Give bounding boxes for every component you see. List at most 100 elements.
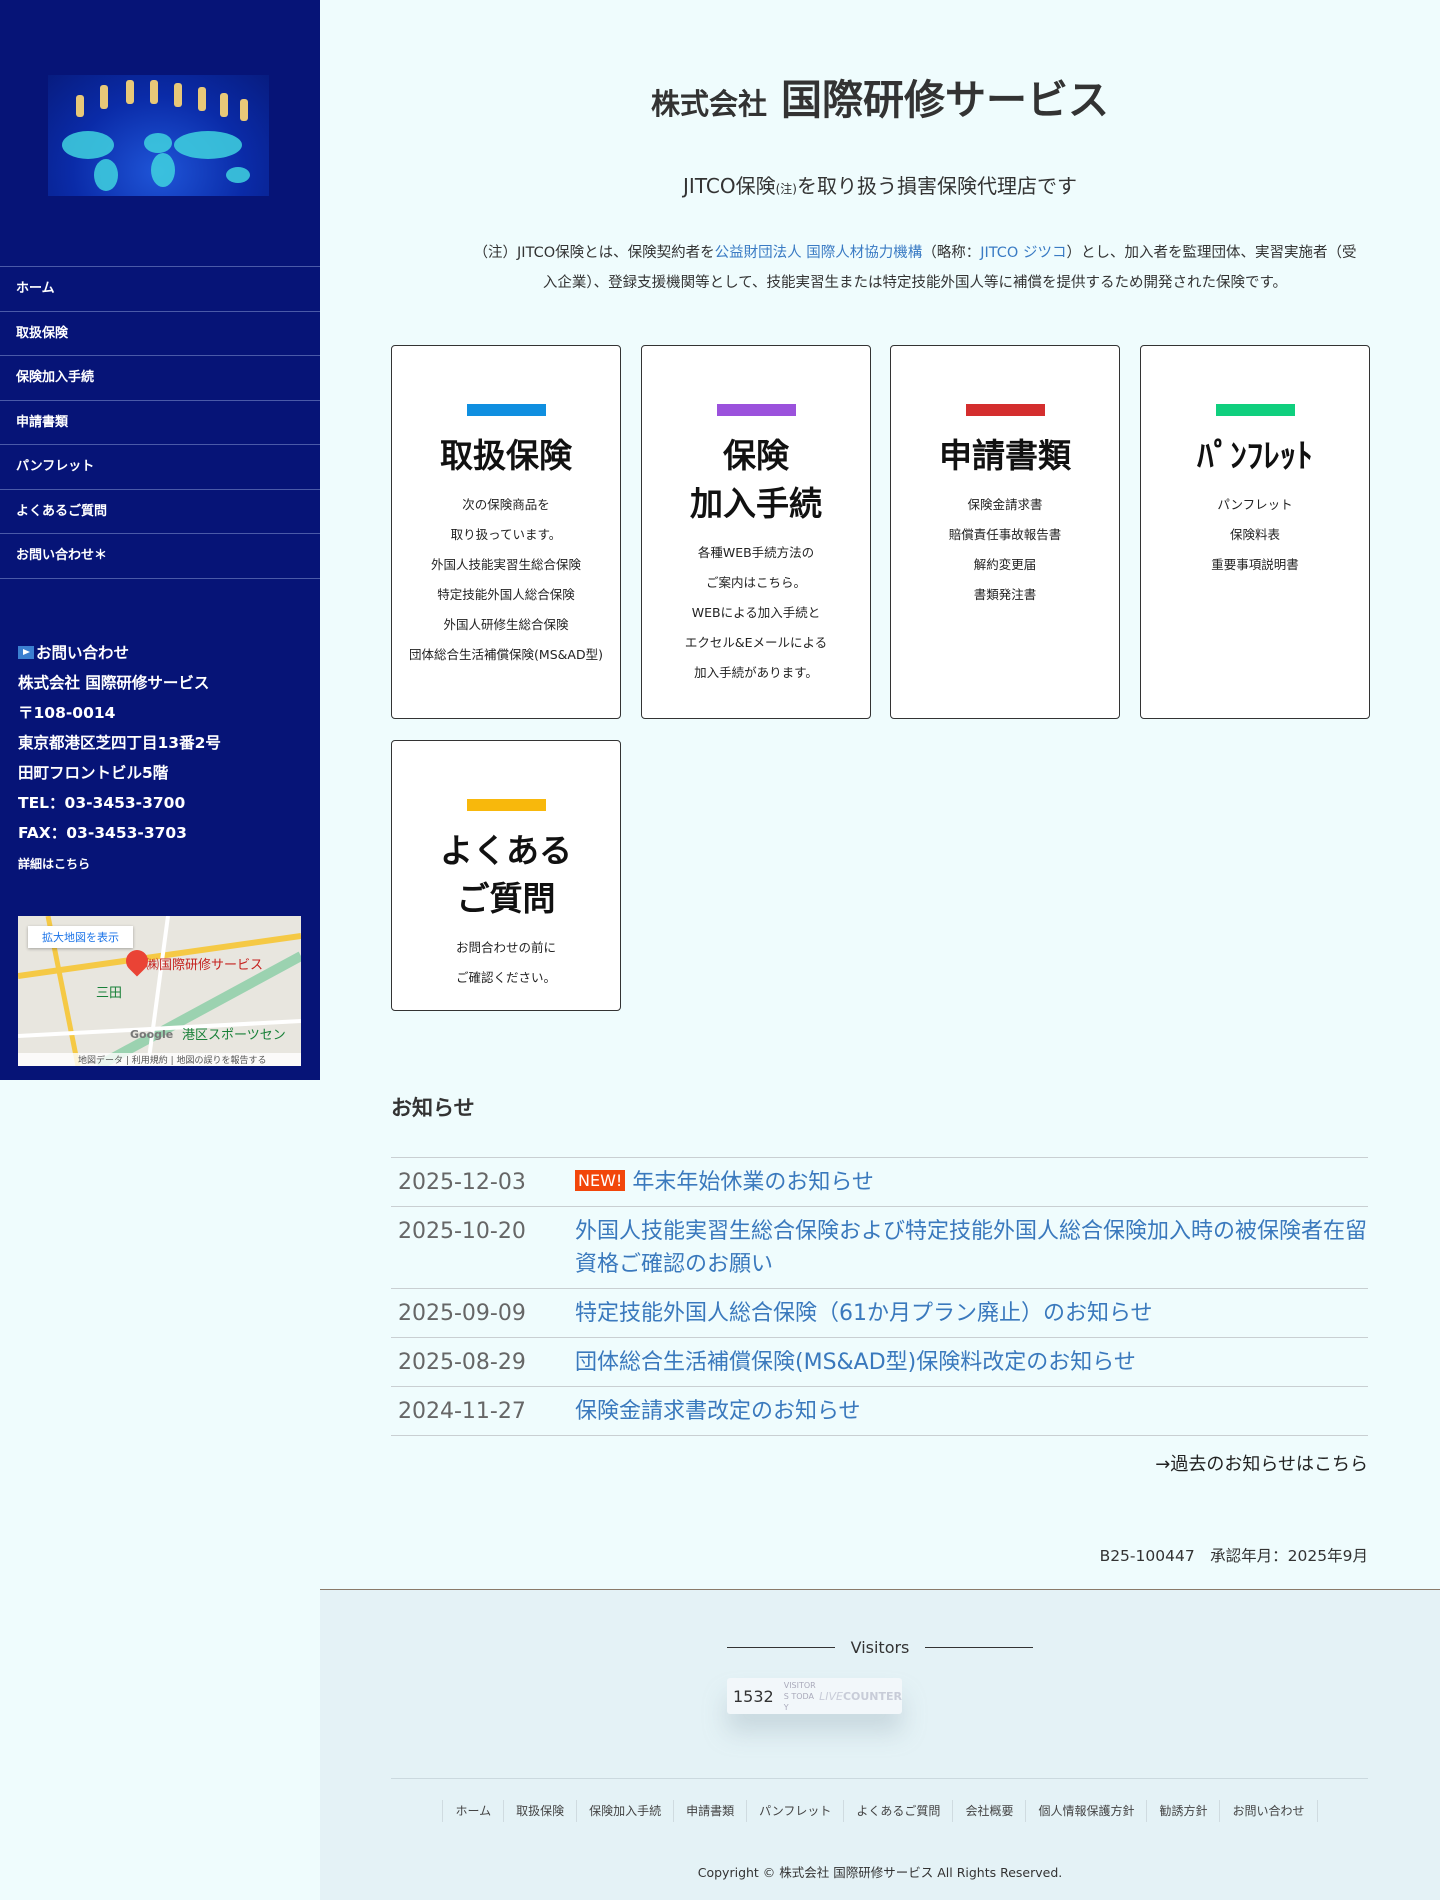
contact-address2: 田町フロントビル5階 [18, 764, 169, 782]
approval-number: B25-100447 承認年月：2025年9月 [1099, 1547, 1368, 1565]
card-line: お問合わせの前に [455, 940, 556, 955]
sidebar-item-contact[interactable]: お問い合わせ＊ [0, 534, 320, 579]
card-line: 外国人研修生総合保険 [443, 617, 569, 632]
footer-nav: ホーム 取扱保険 保険加入手続 申請書類 パンフレット よくあるご質問 会社概要 個人情報保護… [320, 1800, 1440, 1822]
news-date: 2025-09-09 [398, 1301, 526, 1326]
footer-nav-link[interactable]: 会社概要 [953, 1800, 1027, 1822]
new-badge: NEW! [575, 1170, 626, 1191]
jitco-link[interactable]: JITCO ジツコ [980, 245, 1066, 261]
card-color-bar [965, 404, 1045, 416]
card-line: 保険料表 [1229, 527, 1280, 542]
news-link[interactable]: 特定技能外国人総合保険（61か月プラン廃止）のお知らせ [575, 1301, 1153, 1326]
news-row: 2025-12-03 NEW! 年末年始休業のお知らせ [391, 1158, 1368, 1207]
logo-image-world-people[interactable] [48, 75, 269, 196]
card-line: ご案内はこちら。 [705, 575, 806, 590]
title-name: 国際研修サービス [781, 76, 1109, 124]
map-footer: 地図データ | 利用規約 | 地図の誤りを報告する [18, 1053, 301, 1066]
contact-fax: FAX：03-3453-3703 [18, 824, 187, 842]
card-color-bar [1215, 404, 1295, 416]
sidebar-item-pamphlet[interactable]: パンフレット [0, 445, 320, 490]
card-title: よくある ご質問 [440, 831, 572, 918]
card-line: 団体総合生活補償保険(MS&AD型) [409, 647, 603, 662]
news-link[interactable]: 保険金請求書改定のお知らせ [575, 1399, 861, 1424]
card-line: 外国人技能実習生総合保険 [430, 557, 581, 572]
subtitle-pre: JITCO保険 [683, 174, 776, 198]
news-date: 2024-11-27 [398, 1399, 526, 1424]
footer-nav-link[interactable]: 個人情報保護方針 [1026, 1800, 1148, 1822]
news-link[interactable]: 外国人技能実習生総合保険および特定技能外国人総合保険加入時の被保険者在留資格ご確… [575, 1219, 1367, 1277]
card-line: 加入手続があります。 [694, 665, 818, 680]
card-body: パンフレット 保険料表重要事項説明書 [1141, 490, 1369, 580]
map-sports-label: 港区スポーツセン [182, 1028, 286, 1043]
footer-nav-link[interactable]: 取扱保険 [504, 1800, 578, 1822]
footer-nav-link[interactable]: お問い合わせ [1220, 1800, 1318, 1822]
news-title-cell: 特定技能外国人総合保険（61か月プラン廃止）のお知らせ [575, 1297, 1368, 1330]
menu-card[interactable]: 保険 加入手続 各種WEB手続方法の ご案内はこちら。 WEBによる加入手続と エクセル… [641, 345, 871, 719]
map-enlarge-button[interactable]: 拡大地図を表示 [28, 926, 133, 948]
footer-nav-link[interactable]: ホーム [442, 1800, 505, 1822]
card-body: 次の保険商品を 取り扱っています。 外国人技能実習生総合保険 特定技能外国人総合保険外… [392, 490, 620, 670]
news-date: 2025-12-03 [398, 1170, 526, 1195]
news-date: 2025-08-29 [398, 1350, 526, 1375]
card-title: 取扱保険 [440, 436, 572, 475]
jitco-org-link[interactable]: 公益財団法人 国際人材協力機構 [715, 245, 923, 261]
news-row: 2024-11-27 保険金請求書改定のお知らせ [391, 1387, 1368, 1436]
footer-nav-link[interactable]: 申請書類 [674, 1800, 748, 1822]
card-title: ﾊﾟﾝﾌﾚｯﾄ [1197, 436, 1313, 475]
footer-nav-link[interactable]: パンフレット [747, 1800, 845, 1822]
visitor-count-label: VISITORS TODAY [783, 1680, 816, 1712]
contact-tel: TEL：03-3453-3700 [18, 794, 186, 812]
sidebar-item-forms[interactable]: 申請書類 [0, 401, 320, 445]
footer-divider [391, 1778, 1368, 1779]
news-link[interactable]: 団体総合生活補償保険(MS&AD型)保険料改定のお知らせ [575, 1350, 1136, 1375]
livecounter-counter: COUNTER [842, 1689, 902, 1703]
card-line: 各種WEB手続方法の [697, 545, 815, 560]
card-line: 重要事項説明書 [1211, 557, 1299, 572]
page-title: 株式会社 国際研修サービス [320, 66, 1440, 126]
card-line: 特定技能外国人総合保険 [437, 587, 575, 602]
menu-card[interactable]: 申請書類 保険金請求書 賠償責任事故報告書 解約変更届 書類発注書 [890, 345, 1120, 719]
card-line: ご確認ください。 [455, 970, 556, 985]
contact-postal: 〒108-0014 [18, 704, 116, 722]
footer-nav-link[interactable]: 勧誘方針 [1147, 1800, 1221, 1822]
news-row: 2025-08-29 団体総合生活補償保険(MS&AD型)保険料改定のお知らせ [391, 1338, 1368, 1387]
card-body: 各種WEB手続方法の ご案内はこちら。 WEBによる加入手続と エクセル&Eメールによ… [642, 538, 870, 688]
card-line: 賠償責任事故報告書 [948, 527, 1062, 542]
news-link[interactable]: 年末年始休業のお知らせ [632, 1170, 874, 1195]
subtitle-post: を取り扱う損害保険代理店です [796, 174, 1077, 198]
menu-card[interactable]: 取扱保険 次の保険商品を 取り扱っています。 外国人技能実習生総合保険 特定技能外国人総… [391, 345, 621, 719]
news-list: 2025-12-03 NEW! 年末年始休業のお知らせ 2025-10-20 外国人技能… [391, 1157, 1368, 1436]
card-line: 書類発注書 [973, 587, 1037, 602]
card-line: パンフレット [1217, 497, 1293, 512]
menu-card[interactable]: ﾊﾟﾝﾌﾚｯﾄ パンフレット 保険料表重要事項説明書 [1140, 345, 1370, 719]
news-title-cell: 保険金請求書改定のお知らせ [575, 1395, 1368, 1428]
news-title-cell: 外国人技能実習生総合保険および特定技能外国人総合保険加入時の被保険者在留資格ご確… [575, 1215, 1368, 1281]
sidebar-item-enrollment[interactable]: 保険加入手続 [0, 356, 320, 401]
card-line: 取り扱っています。 [450, 527, 562, 542]
contact-address1: 東京都港区芝四丁目13番2号 [18, 734, 221, 752]
card-line: WEBによる加入手続と [691, 605, 821, 620]
title-prefix: 株式会社 [650, 87, 767, 121]
card-line: 保険金請求書 [967, 497, 1043, 512]
news-heading: お知らせ [391, 1096, 475, 1120]
sidebar-item-faq[interactable]: よくあるご質問 [0, 490, 320, 534]
footer-nav-link[interactable]: よくあるご質問 [844, 1800, 954, 1822]
subtitle: JITCO保険(注)を取り扱う損害保険代理店です [320, 170, 1440, 199]
visitor-counter[interactable]: 1532 VISITORS TODAY LIVECOUNTER [727, 1678, 902, 1714]
card-title: 保険 加入手続 [690, 436, 822, 523]
embedded-map[interactable]: 拡大地図を表示 ㈱国際研修サービス 三田 港区スポーツセン Google 地図デ… [18, 916, 301, 1066]
menu-card[interactable]: よくある ご質問お問合わせの前に ご確認ください。 [391, 740, 621, 1011]
news-row: 2025-09-09 特定技能外国人総合保険（61か月プラン廃止）のお知らせ [391, 1289, 1368, 1338]
contact-heading: お問い合わせ [36, 644, 130, 662]
visitors-heading: Visitors [320, 1638, 1440, 1657]
jitco-note: （注）JITCO保険とは、保険契約者を公益財団法人 国際人材協力機構（略称：JI… [470, 238, 1360, 298]
google-logo: Google [130, 1028, 174, 1041]
contact-details-link[interactable]: 詳細はこちら [18, 857, 90, 871]
sidebar-item-home[interactable]: ホーム [0, 267, 320, 312]
footer-nav-link[interactable]: 保険加入手続 [577, 1800, 675, 1822]
past-news-link[interactable]: →過去のお知らせはこちら [1155, 1450, 1368, 1476]
sidebar-item-insurance[interactable]: 取扱保険 [0, 312, 320, 356]
sidebar-nav: ホーム 取扱保険 保険加入手続 申請書類 パンフレット よくあるご質問 お問い合… [0, 266, 320, 579]
news-date: 2025-10-20 [398, 1219, 526, 1244]
footer: Visitors 1532 VISITORS TODAY LIVECOUNTER… [320, 1589, 1440, 1900]
